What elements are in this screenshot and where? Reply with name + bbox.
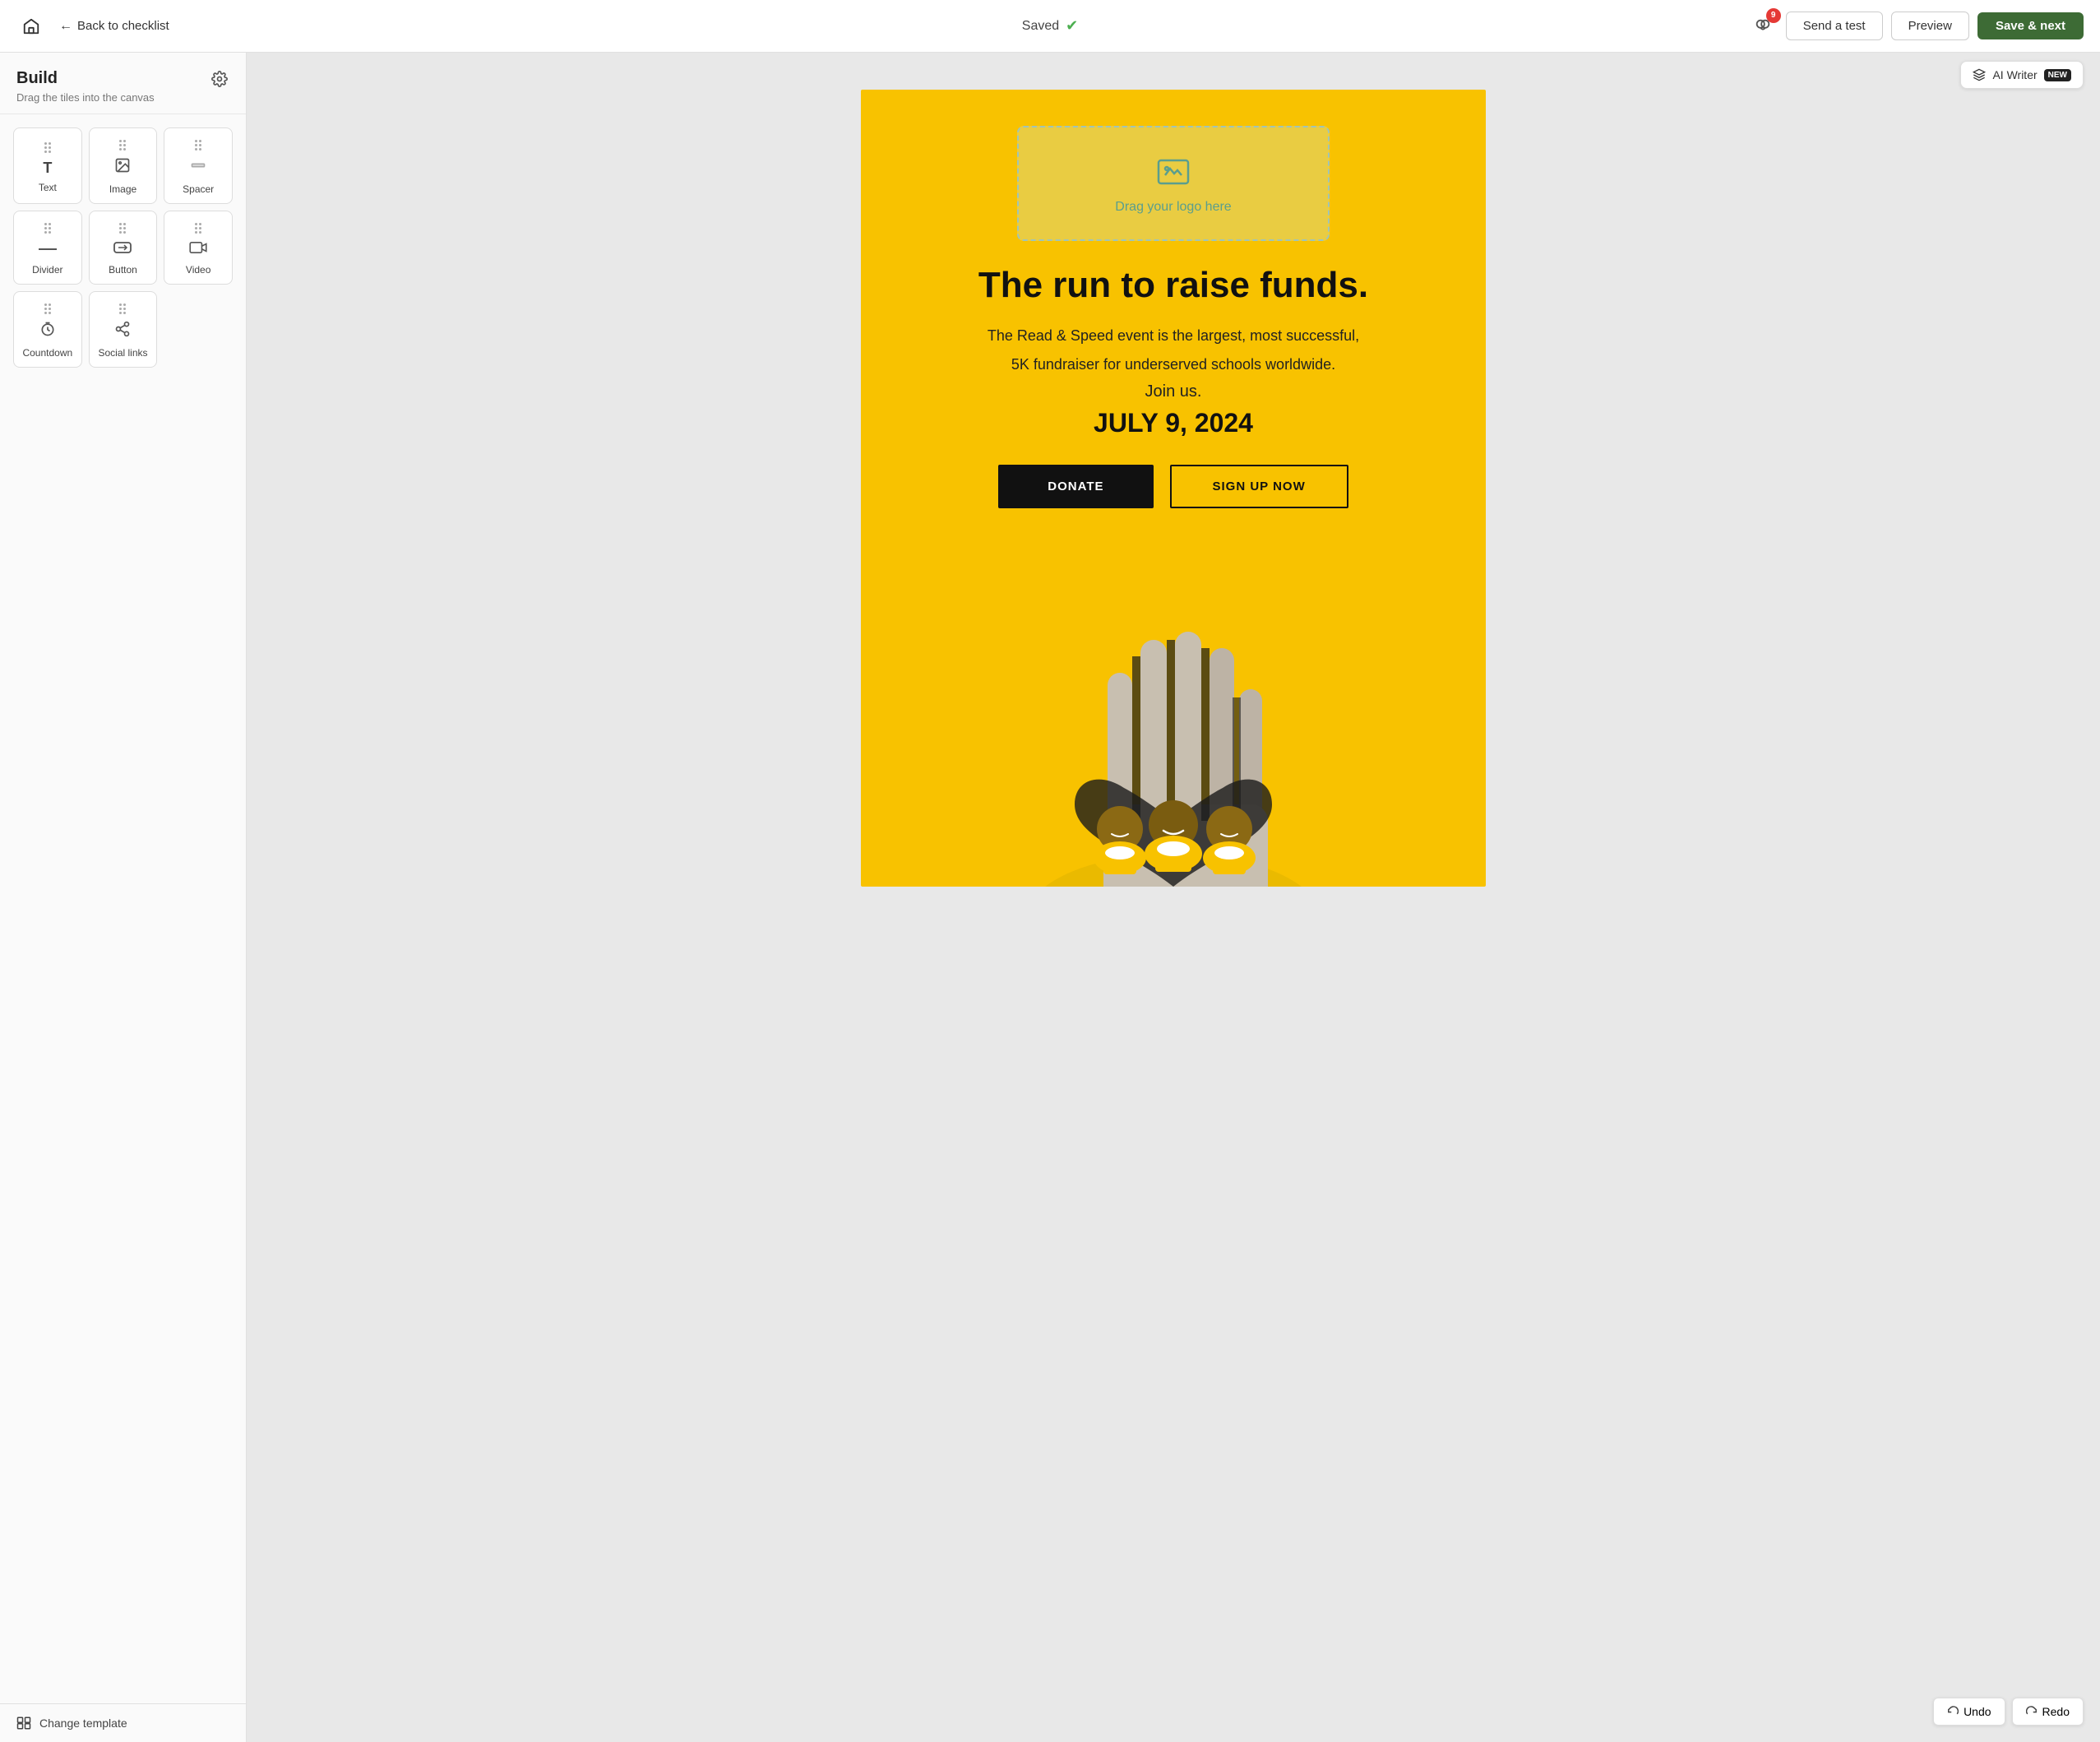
drag-handle-social-links: [119, 303, 126, 314]
back-to-checklist-button[interactable]: ← Back to checklist: [59, 19, 169, 34]
email-subtext2: 5K fundraiser for underserved schools wo…: [910, 354, 1436, 376]
ai-writer-new-badge: NEW: [2044, 69, 2071, 81]
sidebar: Build Drag the tiles into the canvas T T…: [0, 53, 247, 1742]
tile-video[interactable]: Video: [164, 211, 233, 285]
ai-writer-label: AI Writer: [1992, 68, 2037, 81]
tile-image-label: Image: [109, 183, 136, 195]
email-template: Drag your logo here The run to raise fun…: [861, 90, 1486, 887]
notification-badge: 9: [1766, 8, 1781, 23]
email-headline: The run to raise funds.: [910, 266, 1436, 305]
email-body: The run to raise funds. The Read & Speed…: [861, 241, 1486, 574]
email-subtext1: The Read & Speed event is the largest, m…: [910, 325, 1436, 347]
tile-image[interactable]: Image: [89, 127, 158, 204]
logo-placeholder-icon: [1154, 152, 1193, 192]
drag-handle-countdown: [44, 303, 51, 314]
undo-label: Undo: [1964, 1705, 1991, 1718]
main-layout: Build Drag the tiles into the canvas T T…: [0, 53, 2100, 1742]
drag-handle-spacer: [195, 140, 201, 151]
undo-redo-bar: Undo Redo: [1933, 1698, 2084, 1726]
send-test-button[interactable]: Send a test: [1786, 12, 1883, 40]
saved-check-icon: ✔: [1066, 17, 1078, 35]
logo-drop-text: Drag your logo here: [1115, 200, 1231, 215]
tile-divider-label: Divider: [32, 264, 62, 276]
redo-button[interactable]: Redo: [2012, 1698, 2084, 1726]
nav-left: ← Back to checklist: [16, 12, 169, 41]
sidebar-header: Build Drag the tiles into the canvas: [0, 53, 246, 114]
notifications-button[interactable]: 9: [1748, 12, 1778, 41]
undo-button[interactable]: Undo: [1933, 1698, 2005, 1726]
preview-button[interactable]: Preview: [1891, 12, 1969, 40]
email-date: JULY 9, 2024: [910, 408, 1436, 438]
tile-video-label: Video: [186, 264, 210, 276]
tile-divider[interactable]: Divider: [13, 211, 82, 285]
settings-button[interactable]: [210, 69, 229, 93]
nav-center: Saved ✔: [1022, 17, 1078, 35]
tile-spacer[interactable]: Spacer: [164, 127, 233, 204]
tile-countdown[interactable]: Countdown: [13, 291, 82, 368]
donate-button[interactable]: DONATE: [998, 465, 1153, 508]
logo-drop-zone[interactable]: Drag your logo here: [1017, 126, 1330, 241]
no-images-bar: No images? Click here: [247, 53, 2100, 73]
tile-button[interactable]: Button: [89, 211, 158, 285]
image-tile-icon: [114, 157, 131, 178]
email-buttons: DONATE SIGN UP NOW: [910, 465, 1436, 508]
sidebar-title: Build: [16, 69, 155, 88]
drag-handle-video: [195, 223, 201, 234]
home-button[interactable]: [16, 12, 46, 41]
saved-label: Saved: [1022, 19, 1059, 34]
drag-handle-button: [119, 223, 126, 234]
drag-handle-text: [44, 142, 51, 153]
sidebar-subtitle: Drag the tiles into the canvas: [16, 91, 155, 104]
spacer-tile-icon: [190, 157, 206, 178]
tile-social-links[interactable]: Social links: [89, 291, 158, 368]
canvas-area: No images? Click here AI Writer NEW: [247, 53, 2100, 1742]
tile-button-label: Button: [109, 264, 137, 276]
drag-handle-divider: [44, 223, 51, 234]
signup-button[interactable]: SIGN UP NOW: [1170, 465, 1348, 508]
top-nav: ← Back to checklist Saved ✔ 9 Send a tes…: [0, 0, 2100, 53]
tile-text[interactable]: T Text: [13, 127, 82, 204]
tile-spacer-label: Spacer: [183, 183, 214, 195]
text-tile-icon: T: [43, 160, 52, 177]
social-links-tile-icon: [114, 321, 131, 342]
countdown-tile-icon: [39, 321, 56, 342]
video-tile-icon: [189, 240, 207, 259]
redo-label: Redo: [2042, 1705, 2070, 1718]
drag-handle-image: [119, 140, 126, 151]
logo-area: Drag your logo here: [861, 90, 1486, 241]
divider-tile-icon: [39, 240, 57, 259]
nav-right: 9 Send a test Preview Save & next: [1748, 12, 2084, 41]
canvas-container: No images? Click here AI Writer NEW: [247, 53, 2100, 887]
button-tile-icon: [113, 240, 132, 259]
change-template-label: Change template: [39, 1717, 127, 1730]
tile-text-label: Text: [39, 182, 57, 193]
save-next-button[interactable]: Save & next: [1977, 12, 2084, 39]
tile-social-links-label: Social links: [98, 347, 147, 359]
email-join-text: Join us.: [910, 382, 1436, 401]
change-template-button[interactable]: Change template: [0, 1703, 246, 1742]
hand-children-illustration: [968, 574, 1379, 887]
tiles-grid: T Text Image Space: [0, 114, 246, 1703]
back-arrow-icon: ←: [59, 19, 72, 34]
ai-writer-button[interactable]: AI Writer NEW: [1960, 61, 2084, 89]
tile-countdown-label: Countdown: [22, 347, 72, 359]
email-illustration: [861, 574, 1486, 887]
